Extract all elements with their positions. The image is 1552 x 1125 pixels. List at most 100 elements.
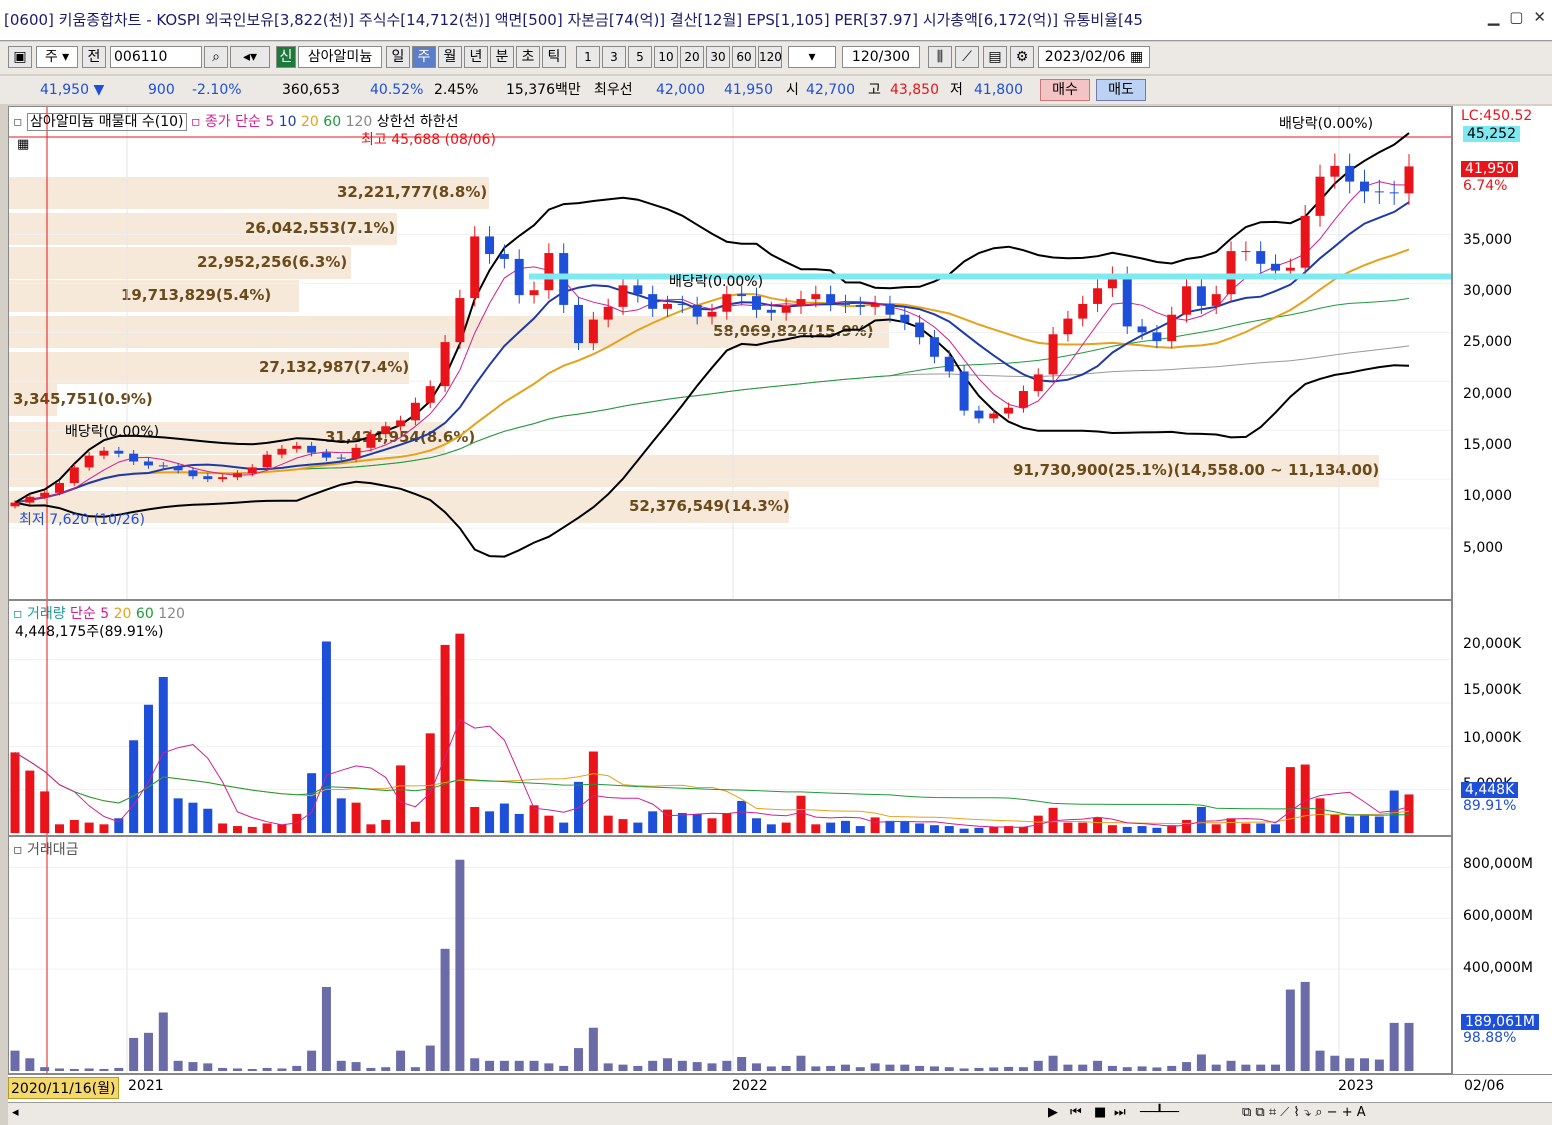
amount-bar-6 [99,1068,109,1071]
candle-body-2 [40,492,50,497]
interval-20[interactable]: 20 [680,46,704,68]
volume-bar-93 [1389,790,1399,833]
candle-body-12 [188,470,198,477]
interval-10[interactable]: 10 [654,46,678,68]
candle-body-51 [766,309,776,313]
zoom-slider[interactable]: ──┸── [1140,1105,1179,1120]
candle-body-60 [900,314,910,323]
amount-bar-8 [129,1037,139,1071]
close-icon[interactable]: ✕ [1533,8,1546,26]
search-icon[interactable]: ⌕ [204,46,228,68]
volume-bar-16 [247,826,257,833]
table-icon[interactable]: ▦ [17,137,29,152]
market-select[interactable]: 주 ▾ [36,46,78,68]
volume-bar-87 [1300,764,1310,833]
chart-toolbar: ▣ 주 ▾ 전 006110 ⌕ ◂▾ 신 삼아알미늄 일주월년분초틱 1351… [0,42,1552,74]
volume-bar-76 [1137,826,1147,833]
chart-scrollbar[interactable]: ◂ ▶ ⏮ ■ ⏭ ──┸── ⧉ ⧉ ⌗ ⟋ ⌇ ⤵ ⌕ − + A [8,1102,1552,1125]
amount-bar-11 [173,1060,183,1071]
candle-icon[interactable]: ⫼ [928,46,952,68]
volume-bar-84 [1256,823,1266,833]
sound-icon[interactable]: ◂▾ [230,46,270,68]
candle-body-82 [1226,251,1236,295]
forward-icon[interactable]: ⏭ [1114,1105,1126,1120]
amount-bar-80 [1196,1054,1206,1071]
period-4[interactable]: 분 [490,46,514,68]
gear-icon[interactable]: ⚙ [1010,46,1034,68]
ma60-line [14,297,1410,504]
candle-body-63 [944,356,954,372]
count-input[interactable]: 120/300 [842,46,920,68]
axis-25000: 25,000 [1463,334,1512,350]
candle-body-18 [277,448,287,455]
candle-body-57 [855,304,865,307]
window-controls: ▁ ▢ ✕ [1488,8,1546,26]
maximize-icon[interactable]: ▢ [1509,8,1523,26]
volume-bar-57 [855,826,865,833]
period-2[interactable]: 월 [438,46,462,68]
period-5[interactable]: 초 [516,46,540,68]
volume-bar-62 [929,825,939,833]
window-titlebar: [0600] 키움종합차트 - KOSPI 외국인보유[3,822(천)] 주식… [0,0,1552,41]
candle-body-55 [826,294,836,303]
interval-120[interactable]: 120 [758,46,782,68]
candle-body-64 [959,371,969,411]
amount-bar-64 [959,1068,969,1071]
candle-body-1 [25,496,35,503]
interval-1[interactable]: 1 [576,46,600,68]
interval-30[interactable]: 30 [706,46,730,68]
amount-bar-89 [1330,1055,1340,1071]
play-icon[interactable]: ▶ [1048,1105,1058,1120]
amount-bar-13 [203,1063,213,1071]
volume-panel[interactable]: ▫ 거래량 단순 5 20 60 120 4,448,175주(89.91%) [8,600,1452,836]
candle-body-86 [1285,267,1295,271]
candle-body-29 [440,342,450,387]
scroll-left-icon[interactable]: ◂ [12,1105,19,1120]
amount-bar-39 [588,1027,598,1071]
interval-5[interactable]: 5 [628,46,652,68]
layout-icon[interactable]: ▣ [8,46,32,68]
interval-60[interactable]: 60 [732,46,756,68]
code-input[interactable]: 006110 [110,46,202,68]
axis-15000: 15,000 [1463,437,1512,453]
volume-bar-81 [1211,824,1221,833]
amount-bar-17 [262,1067,272,1071]
candle-body-36 [544,253,554,291]
candle-body-84 [1256,251,1266,264]
amount-panel[interactable]: ▫ 거래대금 [8,836,1452,1074]
stop-icon[interactable]: ■ [1094,1105,1106,1120]
prev-button[interactable]: 전 [82,46,106,68]
price-panel[interactable]: 32,221,777(8.8%) 26,042,553(7.1%) 22,952,2… [8,106,1452,600]
interval-3[interactable]: 3 [602,46,626,68]
candle-body-75 [1122,275,1132,327]
volume-bar-17 [262,823,272,833]
candle-body-91 [1360,181,1370,192]
interval-dropdown[interactable]: ▾ [788,46,836,68]
volume-bar-68 [1018,826,1028,833]
date-input[interactable]: 2023/02/06 ▦ [1038,46,1150,68]
volume-bar-60 [900,821,910,833]
trend-icon[interactable]: ⟋ [955,46,979,68]
candle-body-41 [618,285,628,307]
volume-bar-11 [173,798,183,833]
dividend-label-2: 배당락(0.00%) [669,274,764,290]
save-icon[interactable]: ▤ [983,46,1007,68]
low-label: 저 [950,82,963,98]
period-1[interactable]: 주 [412,46,436,68]
candle-body-47 [707,311,717,317]
period-6[interactable]: 틱 [542,46,566,68]
amount-bar-86 [1285,989,1295,1071]
volume-bar-23 [351,802,361,833]
period-3[interactable]: 년 [464,46,488,68]
volume-bar-6 [99,824,109,833]
best-bid: 41,950 [724,82,773,98]
axis-top-label: 45,252 [1463,126,1520,142]
minimize-icon[interactable]: ▁ [1488,8,1500,26]
tools-icons[interactable]: ⧉ ⧉ ⌗ ⟋ ⌇ ⤵ ⌕ − + A [1242,1105,1366,1120]
vol-axis-pct: 89.91% [1463,798,1517,814]
sell-button[interactable]: 매도 [1096,79,1146,101]
buy-button[interactable]: 매수 [1040,79,1090,101]
volume-bar-36 [544,815,554,833]
rewind-icon[interactable]: ⏮ [1070,1105,1082,1120]
period-0[interactable]: 일 [386,46,410,68]
